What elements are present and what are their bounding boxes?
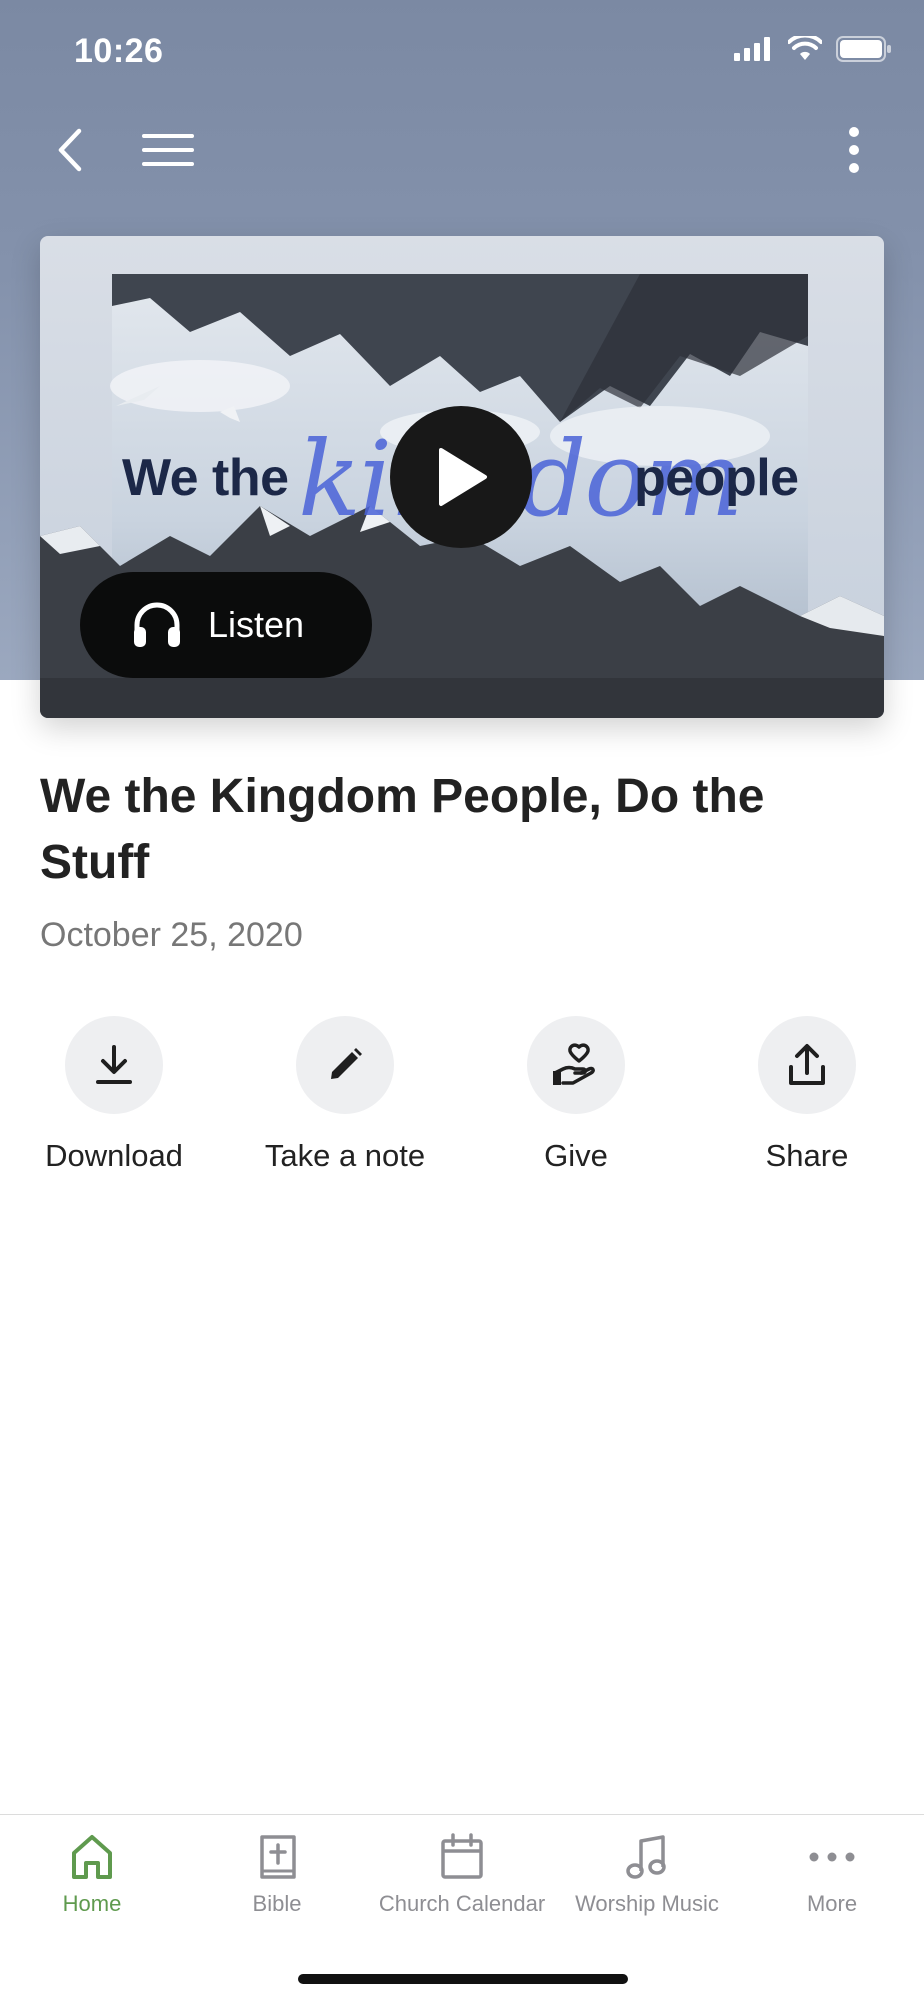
navigation-bar — [0, 100, 924, 200]
tab-church-calendar-label: Church Calendar — [378, 1891, 546, 1916]
share-icon — [789, 1044, 825, 1085]
play-button[interactable] — [390, 406, 532, 548]
tab-worship-music-label: Worship Music — [575, 1891, 719, 1916]
download-circle — [65, 1016, 163, 1114]
take-a-note-button[interactable]: Take a note — [245, 1016, 445, 1174]
status-time: 10:26 — [74, 32, 164, 70]
share-circle — [758, 1016, 856, 1114]
sermon-date: October 25, 2020 — [40, 916, 303, 954]
pencil-icon — [331, 1048, 362, 1079]
tab-church-calendar[interactable]: Church Calendar — [370, 1833, 554, 1917]
tab-more-label: More — [806, 1891, 858, 1916]
more-options-button[interactable] — [824, 120, 884, 180]
take-a-note-circle — [296, 1016, 394, 1114]
bible-icon — [260, 1835, 296, 1879]
listen-button[interactable]: Listen — [80, 572, 372, 678]
download-icon — [96, 1045, 132, 1084]
hamburger-icon — [142, 134, 194, 166]
tab-more[interactable]: More — [740, 1833, 924, 1917]
music-note-icon — [626, 1835, 666, 1879]
sermon-title: We the Kingdom People, Do the Stuff — [40, 770, 765, 889]
home-indicator — [298, 1974, 628, 1984]
signal-icon — [734, 37, 770, 61]
tab-bible-label: Bible — [252, 1891, 302, 1916]
tab-home[interactable]: Home — [0, 1833, 184, 1917]
wifi-icon — [788, 36, 822, 60]
share-button[interactable]: Share — [707, 1016, 907, 1174]
give-circle — [527, 1016, 625, 1114]
listen-label: Listen — [208, 604, 305, 645]
status-icons — [734, 36, 892, 62]
back-button[interactable] — [40, 120, 100, 180]
give-button[interactable]: Give — [476, 1016, 676, 1174]
tab-home-label: Home — [62, 1891, 122, 1916]
tab-worship-music[interactable]: Worship Music — [555, 1833, 739, 1917]
home-icon — [72, 1835, 112, 1879]
share-label: Share — [765, 1138, 849, 1173]
vertical-ellipsis-icon — [849, 127, 859, 173]
battery-icon — [836, 36, 891, 62]
chevron-left-icon — [58, 128, 82, 172]
bottom-tab-bar: Home Bible Church Calendar Worship Music — [0, 1814, 924, 2000]
ellipsis-icon — [809, 1852, 855, 1862]
play-icon — [439, 448, 487, 506]
sermon-media-card[interactable]: We the kingdom people Listen — [40, 236, 884, 718]
take-a-note-label: Take a note — [264, 1138, 426, 1173]
download-button[interactable]: Download — [14, 1016, 214, 1174]
status-bar: 10:26 — [0, 0, 924, 100]
download-label: Download — [45, 1138, 183, 1173]
menu-button[interactable] — [136, 120, 200, 180]
calendar-icon — [441, 1833, 483, 1879]
heart-hand-icon — [553, 1043, 595, 1085]
give-label: Give — [544, 1138, 608, 1173]
headphones-icon — [134, 602, 180, 647]
tab-bible[interactable]: Bible — [185, 1833, 369, 1917]
